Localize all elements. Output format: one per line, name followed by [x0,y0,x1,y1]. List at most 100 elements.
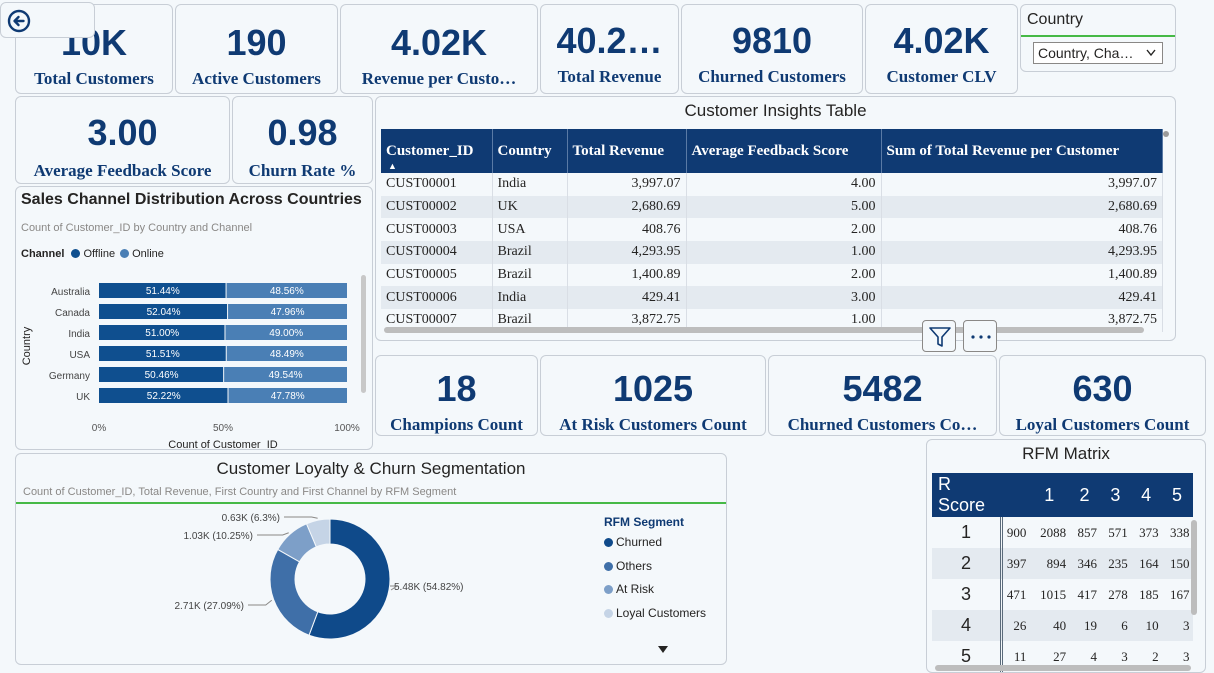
cell-sum-revenue: 408.76 [881,218,1163,242]
matrix-header-col[interactable]: 3 [1099,473,1131,517]
legend-item-loyal[interactable]: Loyal Customers [604,602,706,626]
matrix-row[interactable]: 2 397 894 346 235 164 150 [932,548,1193,579]
legend-label: Churned [616,535,663,549]
bar-data-label: 50.46% [145,370,179,381]
legend-label: Online [132,248,164,260]
legend-item-offline[interactable]: Offline [71,248,115,260]
x-tick-label: 0% [92,423,107,434]
filter-button[interactable] [922,320,956,352]
kpi-value: 4.02K [893,20,990,61]
matrix-vertical-scrollbar[interactable] [1191,520,1197,615]
kpi-average-feedback-score: 3.00 Average Feedback Score [15,96,230,184]
kpi-value: 0.98 [267,112,338,153]
matrix-header-col[interactable]: 5 [1161,473,1193,517]
kpi-value: 190 [226,22,287,63]
kpi-total-revenue: 40.2… Total Revenue [540,4,679,94]
bar-data-label: 51.00% [145,328,179,339]
matrix-cell: 185 [1139,586,1159,602]
x-axis-title: Count of Customer_ID [168,439,277,449]
country-dropdown[interactable]: Country, Cha… [1033,42,1163,64]
legend-scroll-down-icon[interactable] [658,646,668,654]
matrix-row[interactable]: 4 26 40 19 6 10 3 [932,610,1193,641]
legend-item-others[interactable]: Others [604,555,706,579]
kpi-churned-customers-count: 5482 Churned Customers Co… [768,355,997,436]
kpi-value: 4.02K [390,22,488,63]
bar-data-label: 49.54% [269,370,303,381]
matrix-cell: 6 [1099,610,1131,641]
matrix-header-r-score[interactable]: R Score [932,473,1002,517]
kpi-label: Total Customers [34,69,154,88]
table-row[interactable]: CUST00001 India 3,997.07 4.00 3,997.07 [381,173,1163,196]
more-options-button[interactable] [963,320,997,352]
legend-item-churned[interactable]: Churned [604,531,706,555]
table-row[interactable]: CUST00004 Brazil 4,293.95 1.00 4,293.95 [381,241,1163,264]
slicer-title: Country [1027,11,1084,28]
matrix-cell: 346 [1069,548,1100,579]
kpi-label: Loyal Customers Count [1015,415,1190,434]
column-header-customer-id[interactable]: Customer_ID ▲ [381,129,493,173]
cell-total-revenue: 3,997.07 [567,173,687,196]
table-row[interactable]: CUST00005 Brazil 1,400.89 2.00 1,400.89 [381,263,1163,287]
chart-subtitle: Count of Customer_ID by Country and Chan… [21,222,253,234]
matrix-cell: 338 [1170,524,1190,540]
column-header-country[interactable]: Country [492,129,568,173]
matrix-row[interactable]: 1 900 2088 857 571 373 338 [932,517,1193,548]
bar-data-label: 49.00% [269,328,303,339]
matrix-header-col[interactable]: 4 [1130,473,1162,517]
table-row[interactable]: CUST00003 USA 408.76 2.00 408.76 [381,218,1163,242]
chart-scrollbar[interactable] [361,275,366,393]
cell-total-revenue: 429.41 [567,286,687,310]
matrix-header-col[interactable]: 2 [1069,473,1100,517]
column-header-average-feedback-score[interactable]: Average Feedback Score [686,129,882,173]
cell-country: India [492,173,568,196]
x-tick-label: 50% [213,423,233,434]
column-header-total-revenue[interactable]: Total Revenue [567,129,687,173]
donut-slice-others[interactable] [269,548,319,636]
kpi-value: 9810 [731,20,813,61]
chart-title: Customer Loyalty & Churn Segmentation [216,459,526,478]
table-row[interactable]: CUST00002 UK 2,680.69 5.00 2,680.69 [381,195,1163,219]
customer-insights-table: Customer Insights Table Customer_ID ▲ Cou… [375,96,1176,341]
matrix-header-col[interactable]: 1 [1029,473,1070,517]
cell-country: USA [492,218,568,242]
leader-line [248,599,273,606]
matrix-cell: 373 [1139,524,1159,540]
matrix-row[interactable]: 3 471 1015 417 278 185 167 [932,579,1193,610]
table-row[interactable]: CUST00006 India 429.41 3.00 429.41 [381,286,1163,310]
cell-country: UK [492,195,568,219]
matrix-header-row: R Score 1 2 3 4 5 [932,473,1193,517]
chevron-down-icon [1146,49,1156,57]
rfm-matrix: RFM Matrix R Score 1 2 3 4 5 1 900 2088 857… [926,439,1206,673]
kpi-label: Revenue per Custo… [361,69,517,88]
legend-item-online[interactable]: Online [120,248,164,260]
legend-label: Loyal Customers [616,605,707,620]
country-tick-label: USA [69,350,90,361]
legend-item-at-risk[interactable]: At Risk [604,578,706,602]
kpi-value: 630 [1072,368,1133,409]
matrix-horizontal-scrollbar[interactable] [935,665,1191,671]
cell-customer-id: CUST00001 [381,173,493,196]
table-vertical-scrollbar[interactable] [1163,131,1169,137]
cell-customer-id: CUST00003 [381,218,493,242]
table-horizontal-scrollbar[interactable] [384,327,1144,333]
kpi-label: Churned Customers [698,67,846,86]
y-axis-title: Country [21,326,33,365]
cell-customer-id: CUST00006 [381,286,493,310]
cell-total-revenue: 1,400.89 [567,263,687,287]
matrix-cell: 164 [1130,548,1162,579]
r-score-label: 2 [932,548,1003,579]
donut-data-label: 5.48K (54.82%) [394,582,464,593]
country-slicer: Country Country, Cha… [1020,4,1176,72]
kpi-label: Churn Rate % [248,161,357,180]
dropdown-value: Country, Cha… [1038,45,1134,61]
chart-title: Sales Channel Distribution Across Countr… [21,191,362,208]
column-header-sum-total-revenue[interactable]: Sum of Total Revenue per Customer [881,129,1163,173]
cell-sum-revenue: 4,293.95 [881,241,1163,264]
matrix-header-blank [1001,473,1030,517]
r-score-label: 1 [932,517,1003,548]
legend-dot [604,608,613,618]
arrow-left-circle-icon [7,9,31,33]
donut-data-label: 2.71K (27.09%) [175,601,245,612]
sales-channel-chart: Sales Channel Distribution Across Countr… [15,186,373,450]
back-button[interactable] [0,2,95,38]
